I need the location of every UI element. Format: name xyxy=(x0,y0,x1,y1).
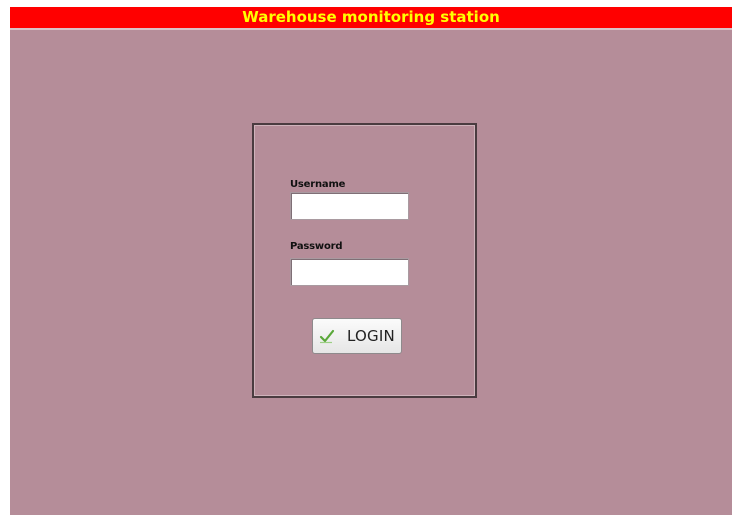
username-label: Username xyxy=(290,179,346,190)
login-panel: Username Password LOGIN xyxy=(252,123,477,398)
app-window: Warehouse monitoring station Username Pa… xyxy=(10,7,732,515)
title-bar: Warehouse monitoring station xyxy=(10,7,732,30)
password-label: Password xyxy=(290,241,343,252)
check-icon xyxy=(319,328,335,344)
login-button[interactable]: LOGIN xyxy=(312,318,402,354)
password-input[interactable] xyxy=(290,258,409,286)
username-input[interactable] xyxy=(290,192,409,220)
login-button-label: LOGIN xyxy=(347,327,395,345)
window-title: Warehouse monitoring station xyxy=(242,8,500,26)
